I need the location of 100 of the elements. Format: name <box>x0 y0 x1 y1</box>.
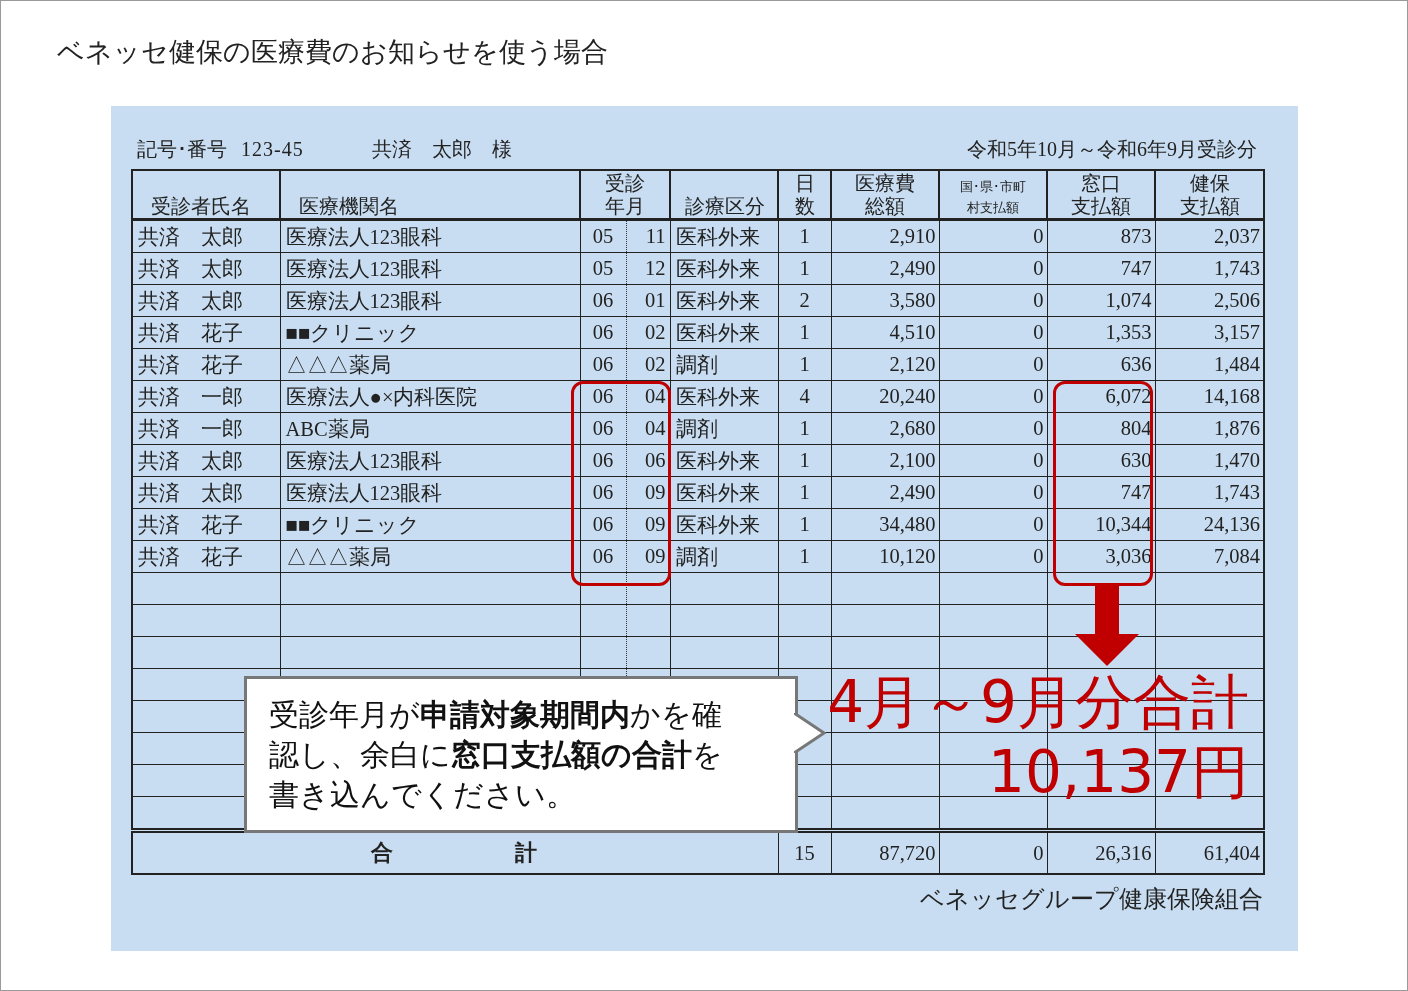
column-header: 支払額 <box>1071 195 1131 218</box>
table-cell: 01 <box>626 284 670 317</box>
table-cell: 1,353 <box>1047 316 1155 349</box>
table-cell: 06 <box>580 476 626 509</box>
column-header: 年月 <box>605 195 645 218</box>
column-header: 国･県･市町 <box>960 178 1026 196</box>
table-cell: 0 <box>939 348 1047 381</box>
table-cell: 医科外来 <box>670 252 778 285</box>
table-cell: 1 <box>778 219 831 253</box>
table-cell: 06 <box>580 444 626 477</box>
column-header: 数 <box>794 195 815 218</box>
table-cell: 04 <box>626 380 670 413</box>
table-cell: 2 <box>778 284 831 317</box>
table-cell: 医科外来 <box>670 508 778 541</box>
table-cell: 06 <box>580 284 626 317</box>
table-cell: 2,490 <box>831 476 939 509</box>
table-cell: 10,344 <box>1047 508 1155 541</box>
table-cell: 34,480 <box>831 508 939 541</box>
total-cell: 26,316 <box>1047 830 1155 874</box>
table-cell: ABC薬局 <box>280 412 580 445</box>
table-cell: 2,490 <box>831 252 939 285</box>
table-cell: 1 <box>778 252 831 285</box>
table-cell: 2,680 <box>831 412 939 445</box>
table-cell: ■■クリニック <box>280 316 580 349</box>
table-cell: 共済 花子 <box>132 540 280 573</box>
table-cell: 10,120 <box>831 540 939 573</box>
table-cell: 1 <box>778 444 831 477</box>
table-cell: 1 <box>778 540 831 573</box>
table-cell: 2,910 <box>831 219 939 253</box>
table-cell: 共済 太郎 <box>132 444 280 477</box>
table-cell: 06 <box>580 316 626 349</box>
id-label: 記号･番号 <box>137 137 227 162</box>
table-cell: 0 <box>939 284 1047 317</box>
column-header: 支払額 <box>1179 195 1240 218</box>
table-cell: 医科外来 <box>670 219 778 253</box>
table-cell: 12 <box>626 252 670 285</box>
table-cell: 医療法人123眼科 <box>280 444 580 477</box>
table-cell: 11 <box>626 219 670 253</box>
column-header: 診療区分 <box>685 195 766 218</box>
column-header: 受診者氏名 <box>151 195 252 218</box>
table-cell: 0 <box>939 476 1047 509</box>
table-cell: 1,074 <box>1047 284 1155 317</box>
table-cell: 0 <box>939 444 1047 477</box>
table-cell: 医療法人123眼科 <box>280 252 580 285</box>
period-text: 令和5年10月～令和6年9月受診分 <box>967 137 1257 162</box>
column-header: 総額 <box>865 195 905 218</box>
table-cell: 共済 一郎 <box>132 412 280 445</box>
table-cell: 873 <box>1047 219 1155 253</box>
table-cell: 医科外来 <box>670 284 778 317</box>
recipient-name: 共済 太郎 様 <box>371 137 512 162</box>
table-cell: 調剤 <box>670 412 778 445</box>
column-header: 窓口 <box>1081 172 1121 195</box>
table-cell: 医療法人123眼科 <box>280 284 580 317</box>
table-cell: 調剤 <box>670 348 778 381</box>
table-cell: 医科外来 <box>670 476 778 509</box>
column-header: 健保 <box>1189 172 1230 195</box>
table-cell: 05 <box>580 252 626 285</box>
table-cell: 4,510 <box>831 316 939 349</box>
table-cell: 2,100 <box>831 444 939 477</box>
column-header: 医療機関名 <box>299 195 400 218</box>
table-cell: 747 <box>1047 476 1155 509</box>
column-header: 医療費 <box>855 172 915 195</box>
table-cell: 20,240 <box>831 380 939 413</box>
table-cell: △△△薬局 <box>280 540 580 573</box>
table-cell: 4 <box>778 380 831 413</box>
total-cell: 0 <box>939 830 1047 874</box>
table-cell: 0 <box>939 252 1047 285</box>
table-cell: 共済 太郎 <box>132 284 280 317</box>
column-header: 村支払額 <box>967 199 1019 217</box>
table-cell: 医科外来 <box>670 444 778 477</box>
table-cell: 02 <box>626 348 670 381</box>
table-cell: ■■クリニック <box>280 508 580 541</box>
callout-text: 受診年月が申請対象期間内かを確認し、余白に窓口支払額の合計を書き込んでください。 <box>269 696 724 814</box>
table-cell: 共済 一郎 <box>132 380 280 413</box>
column-header: 日 <box>794 172 815 195</box>
table-cell: 共済 太郎 <box>132 219 280 253</box>
table-cell: 2,120 <box>831 348 939 381</box>
table-cell: 06 <box>580 540 626 573</box>
down-arrow-icon <box>1075 586 1139 666</box>
table-cell: 1 <box>778 412 831 445</box>
table-cell: 0 <box>939 316 1047 349</box>
table-cell: 02 <box>626 316 670 349</box>
table-cell: 医科外来 <box>670 316 778 349</box>
table-cell: 06 <box>580 412 626 445</box>
page-title: ベネッセ健保の医療費のお知らせを使う場合 <box>57 35 608 69</box>
table-cell: 636 <box>1047 348 1155 381</box>
table-cell: 共済 太郎 <box>132 252 280 285</box>
table-cell: 共済 花子 <box>132 316 280 349</box>
table-cell: 747 <box>1047 252 1155 285</box>
table-cell: 804 <box>1047 412 1155 445</box>
table-cell: 3,580 <box>831 284 939 317</box>
table-cell: 05 <box>580 219 626 253</box>
table-cell: 1 <box>778 508 831 541</box>
table-cell: 1 <box>778 348 831 381</box>
table-cell: 630 <box>1047 444 1155 477</box>
table-cell: 0 <box>939 219 1047 253</box>
footer-text: ベネッセグループ健康保険組合 <box>920 885 1263 914</box>
table-cell: 1 <box>778 316 831 349</box>
table-cell: 3,036 <box>1047 540 1155 573</box>
table-cell: 医療法人123眼科 <box>280 476 580 509</box>
